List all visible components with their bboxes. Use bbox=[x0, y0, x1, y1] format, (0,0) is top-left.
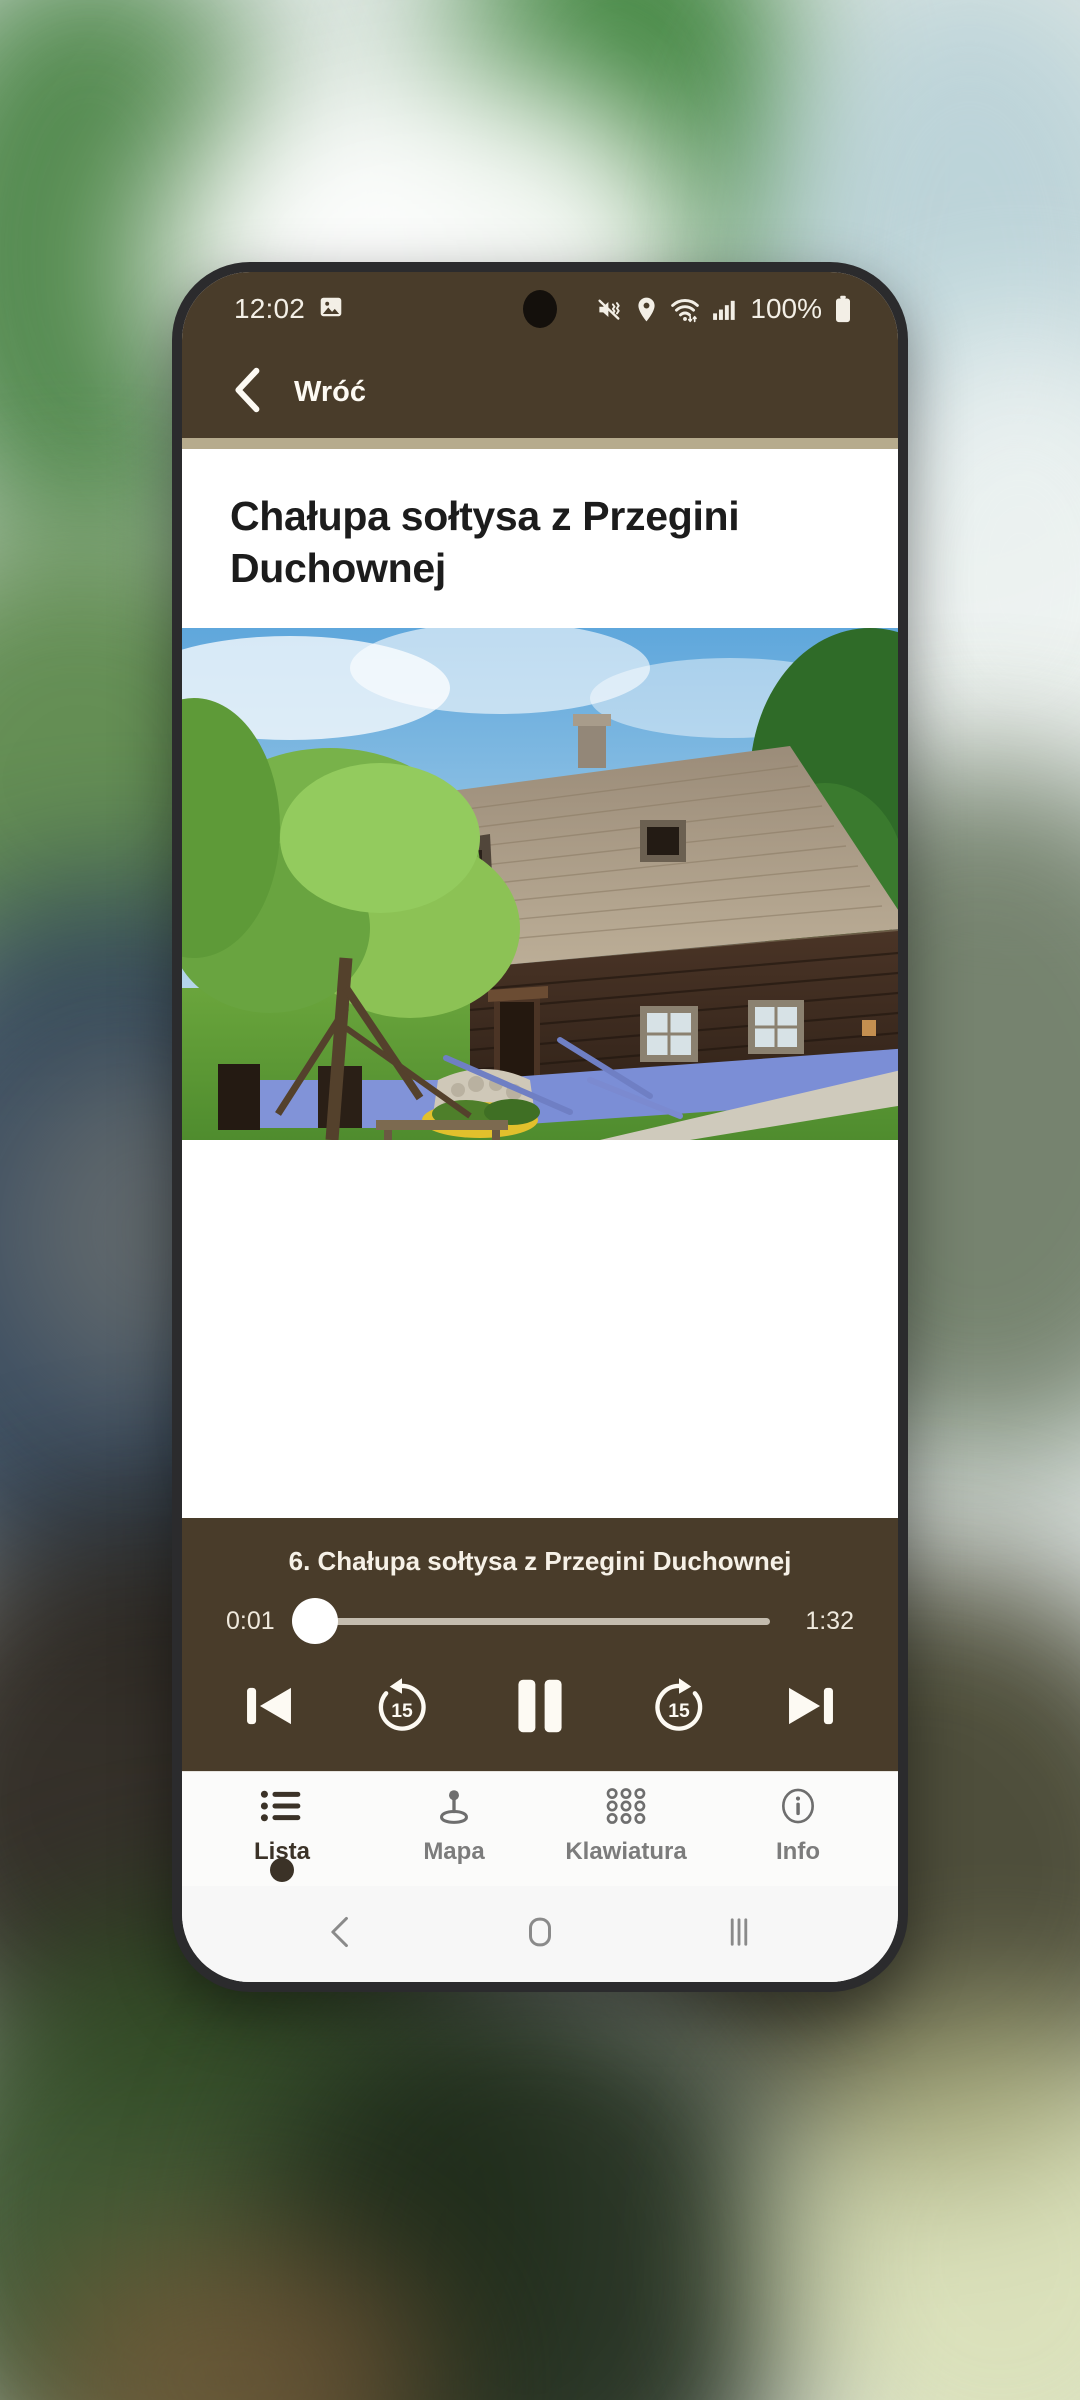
play-pause-button[interactable] bbox=[503, 1669, 577, 1743]
seek-track bbox=[310, 1617, 770, 1625]
current-time-label: 0:01 bbox=[226, 1606, 275, 1635]
signal-bars-icon bbox=[712, 297, 736, 321]
status-bar-icons: 100% bbox=[596, 293, 852, 325]
chevron-left-icon[interactable] bbox=[228, 366, 268, 419]
tab-klawiatura[interactable]: Klawiatura bbox=[540, 1788, 712, 1876]
cottage-photo-illustration bbox=[182, 628, 898, 1141]
tab-lista[interactable]: Lista bbox=[196, 1788, 368, 1882]
list-icon bbox=[260, 1788, 304, 1829]
status-bar-left: 12:02 bbox=[234, 293, 344, 325]
svg-text:15: 15 bbox=[668, 1700, 690, 1722]
previous-track-button[interactable] bbox=[238, 1675, 300, 1737]
active-tab-indicator bbox=[270, 1858, 294, 1882]
battery-icon bbox=[834, 295, 852, 323]
audio-player: 6. Chałupa sołtysa z Przegini Duchownej … bbox=[182, 1518, 898, 1771]
bottom-tab-bar: Lista Mapa Klawiatura Info bbox=[182, 1771, 898, 1886]
svg-text:15: 15 bbox=[391, 1700, 413, 1722]
battery-percent-label: 100% bbox=[750, 293, 822, 324]
tab-info[interactable]: Info bbox=[712, 1788, 884, 1876]
player-seek-row: 0:01 1:32 bbox=[182, 1577, 898, 1644]
total-time-label: 1:32 bbox=[805, 1606, 854, 1635]
status-clock: 12:02 bbox=[234, 293, 306, 324]
back-button-label[interactable]: Wróć bbox=[294, 376, 366, 409]
hero-photo bbox=[182, 628, 898, 1141]
android-home-icon[interactable] bbox=[521, 1913, 559, 1956]
forward-15-button[interactable]: 15 bbox=[648, 1675, 710, 1737]
tab-mapa[interactable]: Mapa bbox=[368, 1788, 540, 1876]
android-recents-icon[interactable] bbox=[720, 1913, 758, 1956]
map-pin-icon bbox=[434, 1788, 474, 1829]
next-track-button[interactable] bbox=[780, 1675, 842, 1737]
tab-label: Klawiatura bbox=[565, 1838, 687, 1865]
content-area: Chałupa sołtysa z Przegini Duchownej bbox=[182, 449, 898, 1518]
info-icon bbox=[778, 1788, 818, 1829]
front-camera-punch-hole bbox=[523, 290, 557, 328]
tab-label: Info bbox=[776, 1838, 820, 1865]
mute-vibrate-icon bbox=[596, 296, 623, 323]
seek-thumb[interactable] bbox=[291, 1598, 338, 1644]
tab-label: Mapa bbox=[423, 1838, 485, 1865]
image-icon bbox=[318, 294, 344, 325]
phone-screen: 12:02 100% Wróć Chałupa sołtysa z Przegi… bbox=[182, 272, 898, 1982]
status-bar: 12:02 100% bbox=[182, 272, 898, 346]
app-header-bar: Wróć bbox=[182, 346, 898, 438]
rewind-15-button[interactable]: 15 bbox=[371, 1675, 433, 1737]
page-title: Chałupa sołtysa z Przegini Duchownej bbox=[230, 493, 740, 591]
wifi-icon bbox=[670, 296, 700, 323]
android-navigation-bar bbox=[182, 1886, 898, 1982]
seek-slider[interactable] bbox=[291, 1598, 770, 1644]
player-track-title: 6. Chałupa sołtysa z Przegini Duchownej bbox=[288, 1546, 792, 1576]
player-controls: 15 15 bbox=[182, 1639, 898, 1745]
android-back-icon[interactable] bbox=[322, 1913, 360, 1956]
phone-device-frame: 12:02 100% Wróć Chałupa sołtysa z Przegi… bbox=[172, 262, 908, 1992]
header-divider bbox=[182, 438, 898, 449]
keypad-icon bbox=[605, 1788, 647, 1829]
location-pin-icon bbox=[635, 296, 658, 323]
